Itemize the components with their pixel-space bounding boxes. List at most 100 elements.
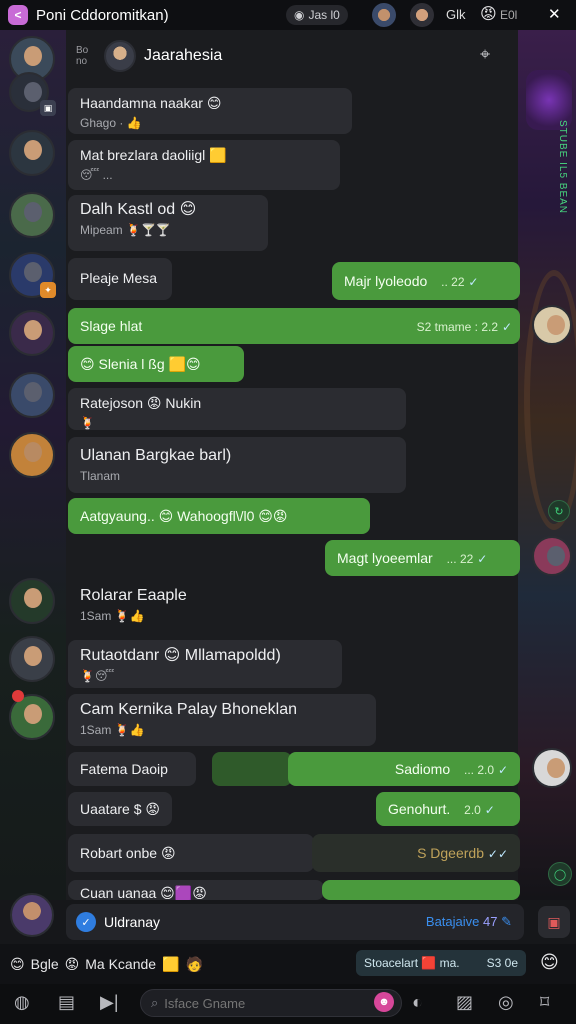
avatar[interactable] — [532, 305, 572, 345]
emoji-picker-icon[interactable]: 😊 — [540, 952, 559, 973]
avatar[interactable] — [9, 310, 55, 356]
message-meta: 🍹😴 — [80, 669, 115, 683]
face-icon[interactable]: 🧑 — [186, 956, 203, 973]
reply-preview[interactable]: ✓ Uldranay Batajaive 47 ✎ — [66, 904, 524, 940]
read-check-icon: ✓ — [484, 803, 495, 817]
message-text: Rolarar Eaaple — [80, 587, 187, 604]
message-text: Genohurt. — [388, 801, 451, 817]
message-bubble[interactable]: Robart onbe 😡 — [68, 834, 314, 872]
top-count: E0l — [500, 8, 518, 22]
message-bubble[interactable]: Cam Kernika Palay Bhoneklan 1Sam 🍹👍 — [68, 694, 376, 746]
fire-emoji-icon: 😡 — [480, 6, 497, 23]
reply-link[interactable]: Batajaive 47 ✎ — [426, 914, 512, 930]
message-bubble[interactable]: Rutaotdanr 😊 Mllamapoldd) 🍹😴 — [68, 640, 342, 688]
message-time: 2.0 — [464, 803, 481, 817]
location-icon[interactable]: ◍ — [14, 992, 30, 1013]
app-logo-icon[interactable]: < — [8, 5, 28, 25]
message-bubble[interactable]: Majr lyoleodo .. 22 ✓ — [332, 262, 520, 300]
calendar-icon[interactable]: ▤ — [58, 992, 75, 1013]
message-bubble[interactable]: Ulanan Bargkae barl) Tlanam — [68, 437, 406, 493]
message-text: Cam Kernika Palay Bhoneklan — [80, 701, 298, 718]
avatar[interactable] — [9, 432, 55, 478]
message-time: ... 22 — [446, 552, 474, 566]
message-bubble[interactable]: Pleaje Mesa — [68, 258, 172, 300]
close-icon[interactable]: ✕ — [548, 5, 561, 23]
media-button[interactable]: ▣ — [538, 906, 570, 938]
message-text: Uaatare $ 😡 — [80, 801, 160, 817]
avatar[interactable] — [9, 130, 55, 176]
pin-icon[interactable]: ⌖ — [480, 44, 490, 65]
message-text: Ulanan Bargkae barl) — [80, 447, 232, 464]
message-meta: Mipeam 🍹🍸🍸 — [80, 223, 171, 237]
message-bubble[interactable]: S Dgeerdb ✓✓ — [312, 834, 520, 872]
reaction-chip[interactable]: Stoacelart 🟥 ma. S3 0e — [356, 950, 526, 976]
message-text: 😊 Slenia l ßg 🟨😊 — [80, 356, 201, 372]
avatar[interactable] — [532, 748, 572, 788]
message-time: ... 2.0 — [464, 763, 495, 777]
image-icon[interactable]: ▨ — [456, 992, 473, 1013]
avatar-badge-icon: ✦ — [40, 282, 56, 298]
chat-icon[interactable]: ◐ — [412, 992, 423, 1013]
message-bubble-highlight — [212, 752, 292, 786]
avatar[interactable] — [9, 192, 55, 238]
message-bubble-partial — [322, 880, 520, 900]
top-avatar-2[interactable] — [410, 3, 434, 27]
read-check-icon: ✓ — [477, 552, 488, 566]
message-text: Robart onbe 😡 — [80, 845, 176, 861]
message-meta: 😴 ... — [80, 168, 113, 182]
bookmark-icon[interactable]: ⌑ — [540, 992, 549, 1013]
avatar[interactable] — [9, 372, 55, 418]
message-input[interactable]: ⌕ — [140, 989, 402, 1017]
header-small-label: Bo no — [76, 45, 89, 67]
message-text: Fatema Daoip — [80, 761, 168, 777]
chat-header[interactable]: Bo no Jaarahesia — [76, 38, 222, 74]
app-title: Poni Cddoromitkan) — [36, 6, 169, 24]
message-bubble[interactable]: Magt lyoeemlar ... 22 ✓ — [325, 540, 520, 576]
reply-check-icon: ✓ — [76, 912, 96, 932]
message-bubble[interactable]: Haandamna naakar 😊 Ghago · 👍 — [68, 88, 352, 134]
forward-icon[interactable]: ▶| — [100, 992, 119, 1013]
message-bubble[interactable]: Dalh Kastl od 😊 Mipeam 🍹🍸🍸 — [68, 195, 268, 251]
chat-avatar[interactable] — [104, 40, 136, 72]
sticker-button-icon[interactable]: ☻ — [374, 992, 394, 1012]
message-bubble[interactable]: Uaatare $ 😡 — [68, 792, 172, 826]
message-bubble[interactable]: Cuan uanaa 😊🟪😡 — [68, 880, 324, 900]
avatar[interactable] — [532, 536, 572, 576]
message-bubble[interactable]: Slage hlat S2 tmame : 2.2 ✓ — [68, 308, 520, 344]
message-meta: Ghago · 👍 — [80, 116, 142, 130]
message-bubble[interactable]: Mat brezlara daoliigl 🟨 😴 ... — [68, 140, 340, 190]
message-text: Ratejoson 😡 Nukin — [80, 395, 202, 411]
message-meta: 🍹 — [80, 416, 95, 430]
avatar[interactable] — [9, 578, 55, 624]
message-bubble[interactable]: 😊 Slenia l ßg 🟨😊 — [68, 346, 244, 382]
message-meta: Tlanam — [80, 469, 121, 483]
message-time: S2 tmame : 2.2 — [416, 320, 498, 334]
search-icon: ⌕ — [151, 995, 159, 1010]
message-bubble[interactable]: Ratejoson 😡 Nukin 🍹 — [68, 388, 406, 430]
message-bubble[interactable]: Aatgyaung.. 😊 Wahoogfl\/l0 😊😡 — [68, 498, 370, 534]
message-text: Cuan uanaa 😊🟪😡 — [80, 885, 207, 900]
vertical-side-text: STUBE IL5 BEAN — [557, 120, 568, 215]
camera-icon[interactable]: ◎ — [498, 992, 514, 1013]
status-ring-icon[interactable]: ◯ — [548, 862, 572, 886]
message-bubble[interactable]: Rolarar Eaaple 1Sam 🍹👍 — [68, 580, 298, 632]
message-text: Pleaje Mesa — [80, 270, 158, 286]
top-gk-label[interactable]: Glk — [446, 7, 466, 22]
message-text: Magt lyoeemlar — [337, 550, 433, 566]
message-text: Aatgyaung.. 😊 Wahoogfl\/l0 😊😡 — [80, 508, 288, 524]
smile-emoji-icon[interactable]: 😊 — [10, 956, 25, 973]
top-status-pill[interactable]: ◉ Jas l0 — [286, 5, 348, 25]
reply-avatar[interactable] — [10, 893, 54, 937]
top-avatar-1[interactable] — [372, 3, 396, 27]
avatar[interactable] — [9, 636, 55, 682]
message-bubble[interactable]: Genohurt. 2.0 ✓ — [376, 792, 520, 826]
message-bubble[interactable]: Sadiomo ... 2.0 ✓ — [288, 752, 520, 786]
message-text: Rutaotdanr 😊 Mllamapoldd) — [80, 647, 281, 664]
sticker-icon[interactable]: 🟨 — [162, 956, 179, 973]
refresh-icon[interactable]: ↻ — [548, 500, 570, 522]
status-icon: ◉ — [294, 8, 305, 22]
angry-emoji-icon[interactable]: 😡 — [65, 956, 80, 973]
message-bubble[interactable]: Fatema Daoip — [68, 752, 196, 786]
notification-dot-icon — [12, 690, 24, 702]
message-input-field[interactable] — [164, 995, 365, 1011]
